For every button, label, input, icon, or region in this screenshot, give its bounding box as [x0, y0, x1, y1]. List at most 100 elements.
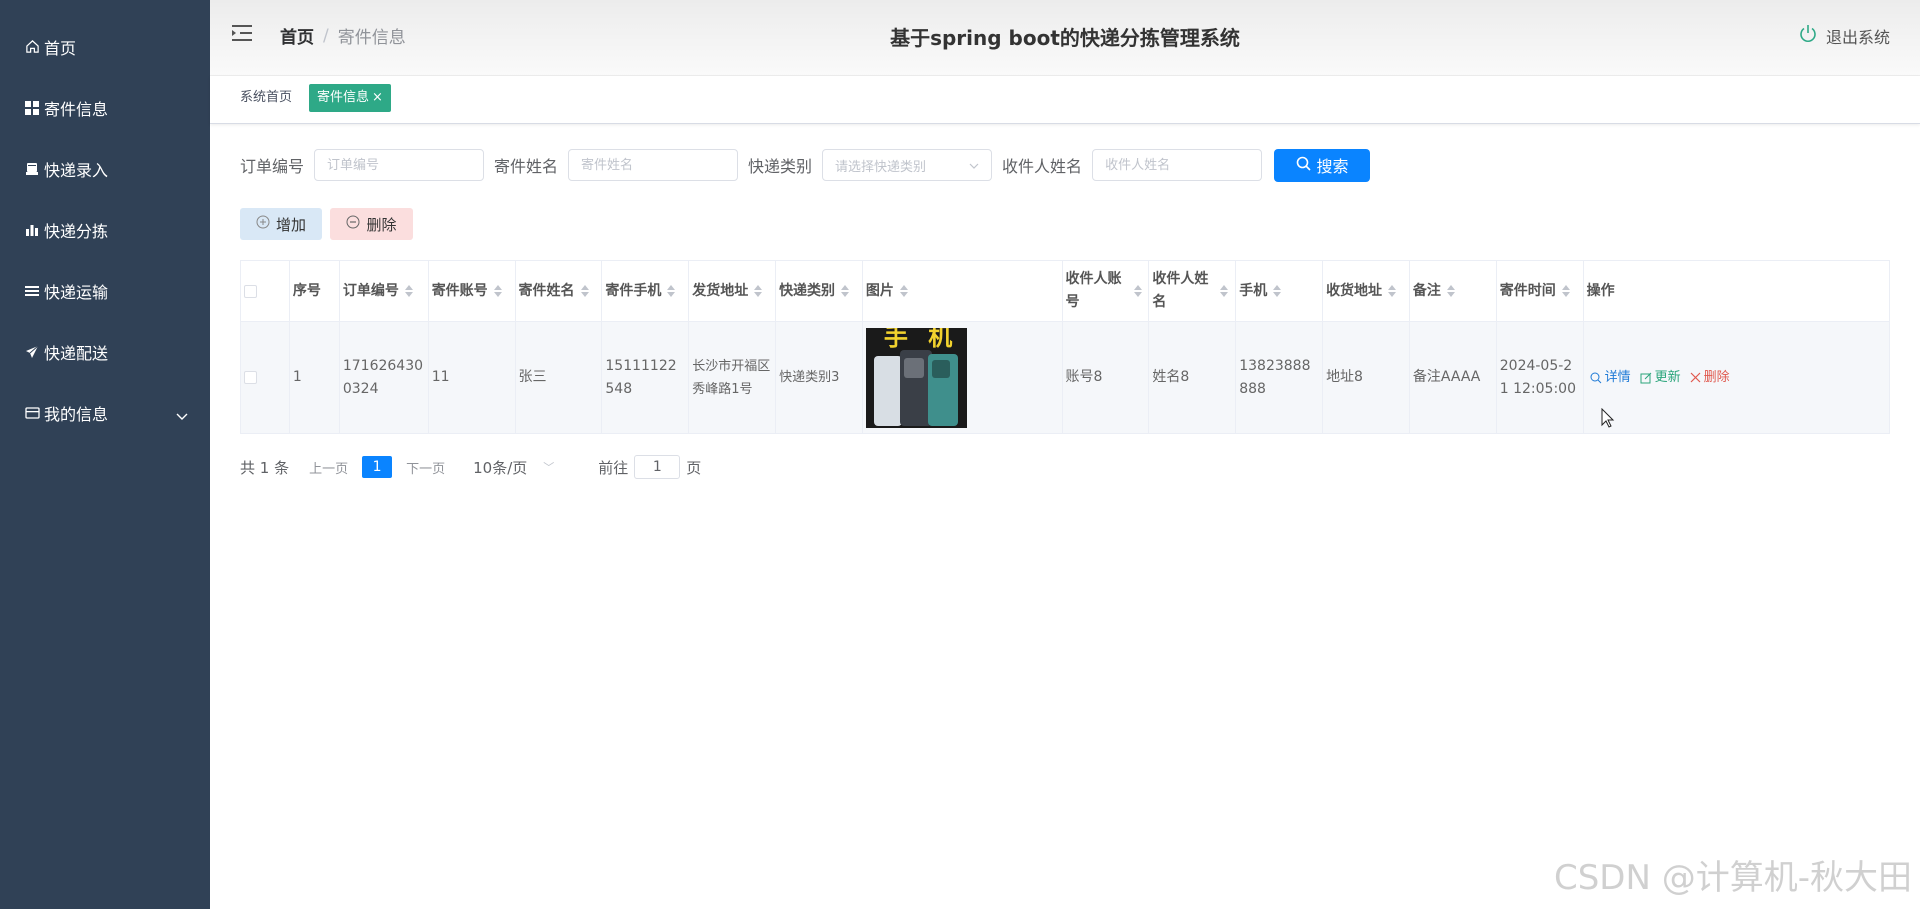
list-icon	[24, 283, 40, 299]
update-link[interactable]: 更新	[1640, 366, 1681, 389]
header-cell[interactable]: 手机	[1236, 261, 1324, 321]
receiver-name-input[interactable]	[1092, 149, 1263, 181]
header-cell[interactable]: 快递类别	[776, 261, 863, 321]
header-cell[interactable]: 备注	[1410, 261, 1497, 321]
sidebar-item-label: 寄件信息	[44, 99, 109, 119]
header-cell[interactable]: 收件人姓名	[1149, 261, 1237, 321]
cell-send-time: 2024-05-21 12:05:00	[1497, 322, 1584, 433]
express-type-placeholder: 请选择快递类别	[835, 159, 927, 175]
header-cell[interactable]: 寄件手机	[602, 261, 690, 321]
express-type-select[interactable]: 请选择快递类别	[822, 149, 993, 181]
add-button[interactable]: 增加	[240, 208, 322, 240]
cell-sender-name: 张三	[516, 322, 603, 433]
add-button-label: 增加	[275, 215, 306, 234]
search-form: 订单编号 寄件姓名 快递类别 请选择快递类别 收件人姓名 搜索	[240, 148, 1371, 182]
header-cell: 序号	[290, 261, 340, 321]
sort-icon[interactable]	[899, 285, 908, 297]
sort-icon[interactable]	[1133, 285, 1142, 297]
sidebar-item-my-info[interactable]: 我的信息	[0, 382, 210, 443]
cell-express-type: 快递类别3	[776, 322, 863, 433]
sort-icon[interactable]	[667, 285, 676, 297]
edit-icon	[1640, 372, 1651, 383]
page-size-select[interactable]: 10条/页 ﹀	[473, 457, 554, 478]
sidebar-item-shipment-info[interactable]: 寄件信息	[0, 77, 210, 138]
table-row[interactable]: 1 1716264300324 11 张三 15111122548 长沙市开福区…	[241, 322, 1889, 433]
sender-name-input[interactable]	[568, 149, 739, 181]
sort-icon[interactable]	[1561, 285, 1570, 297]
header-cell[interactable]: 发货地址	[689, 261, 777, 321]
row-checkbox[interactable]	[244, 371, 257, 384]
header-cell[interactable]: 图片	[863, 261, 1063, 321]
logout-label: 退出系统	[1825, 28, 1890, 47]
table-header-row: 序号 订单编号 寄件账号 寄件姓名 寄件手机 发货地址 快递类别 图片 收件人账…	[241, 261, 1889, 322]
breadcrumb-home[interactable]: 首页	[280, 23, 314, 48]
cell-sender-account: 11	[429, 322, 516, 433]
menu-toggle-icon[interactable]	[232, 23, 254, 43]
chevron-down-icon	[969, 158, 979, 173]
logout-button[interactable]: 退出系统	[1798, 24, 1890, 48]
tags-view: 系统首页 寄件信息 ×	[210, 76, 1920, 124]
bar-chart-icon	[24, 222, 40, 238]
sidebar-item-label: 快递录入	[44, 160, 109, 180]
header-cell[interactable]: 寄件账号	[429, 261, 516, 321]
express-type-label: 快递类别	[748, 157, 813, 176]
cell-operations: 详情 更新 删除	[1584, 322, 1889, 433]
row-select	[241, 322, 290, 433]
pagination: 共 1 条 上一页 1 下一页 10条/页 ﹀ 前往 页	[240, 455, 701, 479]
page-size-value: 10条/页	[473, 458, 528, 477]
goto-label: 前往	[598, 458, 629, 477]
header-cell[interactable]: 订单编号	[340, 261, 429, 321]
header-cell[interactable]: 寄件姓名	[516, 261, 603, 321]
sidebar-item-express-sorting[interactable]: 快递分拣	[0, 199, 210, 260]
sort-icon[interactable]	[841, 285, 850, 297]
goto-page-input[interactable]	[634, 455, 681, 479]
search-button[interactable]: 搜索	[1274, 148, 1371, 182]
detail-link[interactable]: 详情	[1590, 366, 1631, 389]
select-all-checkbox[interactable]	[244, 284, 257, 298]
sort-icon[interactable]	[580, 285, 589, 297]
close-icon[interactable]: ×	[372, 90, 383, 105]
cell-image: 手 机	[863, 322, 1063, 433]
search-icon	[1296, 156, 1317, 175]
sort-icon[interactable]	[1273, 285, 1282, 297]
sort-icon[interactable]	[493, 285, 502, 297]
sort-icon[interactable]	[1388, 285, 1397, 297]
cell-index: 1	[290, 322, 340, 433]
sidebar-item-home[interactable]: 首页	[0, 16, 210, 77]
sort-icon[interactable]	[404, 285, 413, 297]
page-title: 基于spring boot的快递分拣管理系统	[890, 26, 1240, 50]
sidebar-item-express-transport[interactable]: 快递运输	[0, 260, 210, 321]
search-icon	[1590, 372, 1601, 383]
sort-icon[interactable]	[1446, 285, 1455, 297]
shipment-table: 序号 订单编号 寄件账号 寄件姓名 寄件手机 发货地址 快递类别 图片 收件人账…	[240, 260, 1890, 434]
breadcrumb-current: 寄件信息	[337, 28, 406, 48]
header-select-all	[241, 261, 290, 321]
header-cell[interactable]: 收货地址	[1323, 261, 1410, 321]
sidebar-item-express-entry[interactable]: 快递录入	[0, 138, 210, 199]
breadcrumb-separator: /	[323, 25, 329, 46]
sidebar-item-label: 我的信息	[44, 404, 109, 424]
delete-button[interactable]: 删除	[330, 208, 413, 240]
cell-phone: 13823888888	[1236, 322, 1324, 433]
delete-link[interactable]: 删除	[1690, 366, 1730, 389]
prev-page-button[interactable]: 上一页	[309, 458, 348, 477]
grid-icon	[24, 100, 40, 116]
tag-system-home[interactable]: 系统首页	[234, 84, 298, 112]
search-button-label: 搜索	[1316, 157, 1349, 176]
order-no-input[interactable]	[314, 149, 485, 181]
sort-icon[interactable]	[754, 285, 763, 297]
sidebar-item-express-delivery[interactable]: 快递配送	[0, 321, 210, 382]
product-image[interactable]: 手 机	[865, 327, 967, 428]
watermark: CSDN @计算机-秋大田	[1553, 858, 1912, 898]
cell-order-no: 1716264300324	[340, 322, 429, 433]
pagination-total: 共 1 条	[240, 458, 290, 477]
tag-shipment-info[interactable]: 寄件信息 ×	[309, 84, 391, 112]
sort-icon[interactable]	[1220, 285, 1229, 297]
delete-button-label: 删除	[366, 215, 397, 234]
chevron-down-icon	[176, 406, 188, 425]
page-number-button[interactable]: 1	[362, 456, 393, 478]
image-caption: 手 机	[883, 327, 959, 351]
header-cell[interactable]: 寄件时间	[1497, 261, 1584, 321]
header-cell[interactable]: 收件人账号	[1063, 261, 1150, 321]
next-page-button[interactable]: 下一页	[406, 458, 445, 477]
